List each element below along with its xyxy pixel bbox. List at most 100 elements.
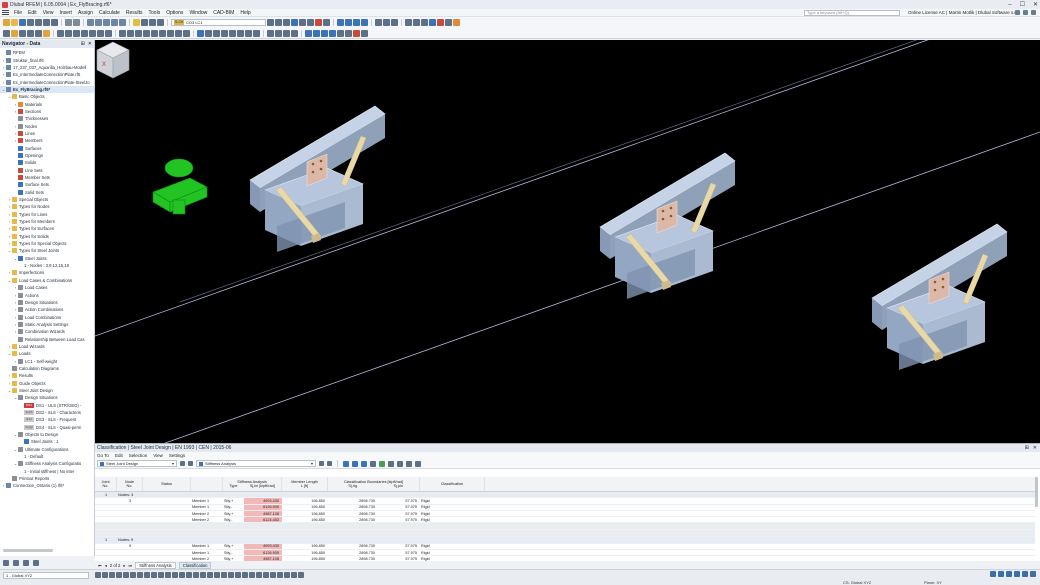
navigator-item[interactable]: ⌄ Ultimate Configurations [0,446,94,453]
deformation-icon[interactable] [291,19,298,26]
wireframe-icon[interactable] [413,19,420,26]
col-stiffness[interactable]: Stiffness Analysis Type Sj,ini [kipft/ra… [223,477,282,491]
load-case-select[interactable]: S-Ch CO3 LC1 [171,19,266,26]
extend-icon[interactable] [256,571,262,578]
mesh-icon[interactable] [291,571,297,578]
results-table-icon[interactable] [149,19,156,26]
print-icon[interactable] [35,19,42,26]
tab-classification[interactable]: Classification [178,562,212,569]
show-all-icon[interactable] [361,460,367,467]
table-menu-view[interactable]: View [153,453,163,458]
coordinates-icon[interactable] [237,29,244,37]
offset-icon[interactable] [263,571,269,578]
panel-close-icon[interactable]: ✕ [1033,445,1037,451]
menu-help[interactable]: Help [237,10,253,16]
data-tab-icon[interactable] [3,560,9,566]
col-status[interactable]: Status [143,477,191,491]
navigator-item[interactable]: › Members [0,137,94,144]
navigator-item[interactable]: ⌄ Loads [0,350,94,357]
navigator-item[interactable]: › Load Combinations [0,313,94,320]
support-reactions-icon[interactable] [307,19,314,26]
menu-cad-bim[interactable]: CAD-BIM [210,10,237,16]
navigator-item[interactable]: Surfaces [0,144,94,151]
col-boundaries[interactable]: Classification Boundaries [kipft/rad] Sj… [328,477,420,491]
help-icon[interactable] [1031,10,1036,15]
polygon-icon[interactable] [144,571,150,578]
colors-icon[interactable] [429,19,436,26]
navigator-item[interactable]: Line Sets [0,167,94,174]
rendering-icon[interactable] [405,19,412,26]
navigator-item[interactable]: ⌄ Load Cases & Combinations [0,277,94,284]
col-member[interactable] [191,477,223,491]
navigator-item[interactable]: ⌄ Ex_FlyBracing.rf6* [0,85,94,94]
shading-icon[interactable] [321,29,328,37]
member-tool-icon[interactable] [35,29,42,37]
move-icon[interactable] [119,29,126,37]
save-as-icon[interactable] [27,19,34,26]
navigator-horizontal-scrollbar[interactable] [3,549,53,552]
ortho-toggle-icon[interactable] [1006,571,1012,577]
hamburger-icon[interactable] [2,10,9,15]
load-tool-icon[interactable] [97,29,104,37]
navigator-item[interactable]: S-Qp DS4 - SLS - Quasi-perm [0,424,94,431]
view-cube[interactable]: X [95,40,131,80]
hinge-tool-icon[interactable] [89,29,96,37]
navigator-item[interactable]: ⌄ Types for Steel Joints [0,247,94,254]
open-icon[interactable] [11,19,18,26]
next-page-icon[interactable]: ▸ [123,563,125,568]
navigator-item[interactable]: › Types for Lines [0,211,94,218]
render-mode-icon[interactable] [305,29,312,37]
grid-snap-icon[interactable] [205,29,212,37]
print-report-icon[interactable] [43,19,50,26]
prev-icon[interactable] [180,461,185,466]
transparency-icon[interactable] [313,29,320,37]
table-menu-selection[interactable]: Selection [129,453,148,458]
navigator-item[interactable]: › Types for Special Objects [0,240,94,247]
redo-icon[interactable] [73,19,80,26]
account-icon[interactable] [1015,10,1020,15]
extrude-icon[interactable] [167,29,174,37]
menu-file[interactable]: File [11,10,25,16]
opening-tool-icon[interactable] [73,29,80,37]
navigator-item[interactable]: ⌄ Steel Joints [0,255,94,262]
parabola-icon[interactable] [158,571,164,578]
select-in-model-icon[interactable] [352,460,358,467]
grid-toggle-icon[interactable] [998,571,1004,577]
table-icon[interactable] [87,19,94,26]
comment-icon[interactable] [179,571,185,578]
chamfer-icon[interactable] [277,571,283,578]
navigator-item[interactable]: Surface Sets [0,181,94,188]
navigator-item[interactable]: Solids [0,159,94,166]
divide-icon[interactable] [159,29,166,37]
select-mode-icon[interactable] [95,571,101,578]
navigator-item[interactable]: 1 - Default [0,453,94,460]
next-case-icon[interactable] [275,19,282,26]
line-draw-icon[interactable] [109,571,115,578]
trim-icon[interactable] [249,571,255,578]
mirror-icon[interactable] [143,29,150,37]
navigator-item[interactable]: Steel Joints : 1 [0,438,94,445]
navigator-item[interactable]: Thicknesses [0,115,94,122]
grid-icon[interactable] [95,19,102,26]
navigator-item[interactable]: › Imperfections [0,269,94,276]
navigator-item[interactable]: › Combination Wizards [0,328,94,335]
excel-export-icon[interactable] [379,460,385,467]
navigator-item[interactable]: › Types for Surfaces [0,225,94,232]
filter-table-icon[interactable] [343,460,349,467]
steel-joint-icon[interactable] [453,19,460,26]
divide-icon[interactable] [235,571,241,578]
navigator-item[interactable]: › Ex_IntermediateConnectionPlate-SteelJo [0,78,94,85]
zoom-all-icon[interactable] [345,29,352,37]
results-view-icon[interactable] [157,19,164,26]
navigator-item[interactable]: Relationship Between Load Cas [0,335,94,342]
calculate-icon[interactable] [133,19,140,26]
move-icon[interactable] [200,571,206,578]
navigator-item[interactable]: › Connection_Ontario (1).rf6* [0,482,94,489]
next-icon[interactable] [188,461,193,466]
navigator-item[interactable]: › Actions [0,291,94,298]
keyword-search-input[interactable]: Type a keyword (Alt+Q) [804,10,900,16]
prev-case-icon[interactable] [267,19,274,26]
pin-icon[interactable]: ⊞ [81,41,85,47]
mirror-icon[interactable] [214,571,220,578]
menu-assign[interactable]: Assign [75,10,96,16]
